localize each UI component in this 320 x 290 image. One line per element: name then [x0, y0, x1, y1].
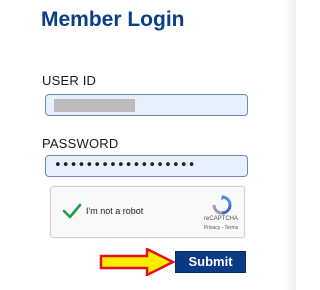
password-label: PASSWORD	[42, 136, 119, 151]
recaptcha-privacy-terms[interactable]: Privacy - Terms	[197, 225, 245, 231]
password-input[interactable]: ••••••••••••••••••	[45, 155, 248, 177]
checkmark-icon[interactable]	[62, 201, 82, 221]
recaptcha-label: I'm not a robot	[86, 206, 144, 216]
recaptcha-brand: reCAPTCHA	[203, 216, 238, 222]
page-edge-shadow	[282, 0, 296, 290]
arrow-right-icon	[99, 248, 175, 276]
redacted-user-id	[54, 99, 135, 112]
recaptcha-widget: I'm not a robot reCAPTCHA Privacy - Term…	[50, 186, 245, 238]
login-page: Member Login USER ID PASSWORD ••••••••••…	[0, 0, 296, 290]
submit-button[interactable]: Submit	[175, 251, 246, 273]
page-title: Member Login	[41, 8, 185, 31]
recaptcha-logo-icon	[212, 195, 232, 215]
password-mask: ••••••••••••••••••	[54, 158, 196, 173]
user-id-label: USER ID	[42, 73, 97, 88]
user-id-input[interactable]	[45, 94, 248, 116]
